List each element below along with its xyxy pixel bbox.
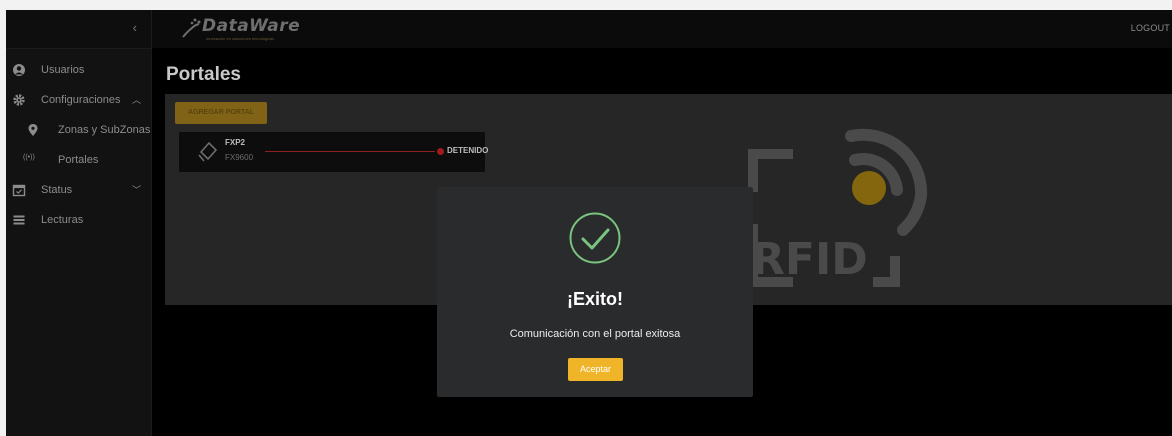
logo-text: DataWare bbox=[202, 16, 301, 36]
sidebar-item-lecturas[interactable]: Lecturas bbox=[6, 208, 151, 234]
rfid-illustration: RFID bbox=[748, 128, 928, 287]
portal-status: DETENIDO bbox=[447, 146, 489, 155]
topbar: DataWare Innovación en soluciones tecnol… bbox=[152, 10, 1172, 48]
chevron-left-icon: ‹ bbox=[132, 20, 137, 35]
sidebar-item-label: Zonas y SubZonas bbox=[58, 124, 151, 136]
wifi-signal-icon: ((•)) bbox=[23, 154, 35, 161]
logout-link[interactable]: LOGOUT bbox=[1131, 23, 1170, 33]
logo-tagline: Innovación en soluciones tecnológicas bbox=[206, 36, 275, 41]
portal-card[interactable]: FXP2 FX9600 DETENIDO bbox=[179, 132, 489, 172]
chevron-up-icon: ︿ bbox=[131, 95, 141, 105]
user-circle-icon bbox=[13, 64, 25, 76]
dialog-message: Comunicación con el portal exitosa bbox=[509, 328, 681, 340]
sidebar-item-portales[interactable]: ((•)) Portales bbox=[6, 148, 151, 174]
check-circle-icon bbox=[569, 212, 621, 264]
list-icon bbox=[13, 215, 25, 225]
sidebar: ‹ Usuarios Configuraciones ︿ Zonas y Sub… bbox=[6, 10, 152, 436]
sidebar-item-label: Status bbox=[41, 184, 73, 196]
success-dialog: ¡Exito! Comunicación con el portal exito… bbox=[437, 187, 753, 397]
map-pin-icon bbox=[28, 124, 38, 136]
sidebar-item-label: Lecturas bbox=[41, 214, 84, 226]
sidebar-item-zonas[interactable]: Zonas y SubZonas bbox=[6, 118, 151, 144]
chevron-down-icon: ﹀ bbox=[131, 185, 141, 195]
sidebar-collapse-button[interactable]: ‹ bbox=[6, 10, 151, 49]
app-window: ‹ Usuarios Configuraciones ︿ Zonas y Sub… bbox=[6, 10, 1172, 436]
accept-button[interactable]: Aceptar bbox=[568, 358, 623, 381]
add-portal-button[interactable]: AGREGAR PORTAL bbox=[175, 102, 267, 124]
status-connector bbox=[265, 151, 435, 152]
dataware-logo[interactable]: DataWare Innovación en soluciones tecnol… bbox=[180, 15, 320, 43]
portal-model: FX9600 bbox=[225, 153, 254, 162]
portal-name: FXP2 bbox=[225, 138, 246, 147]
page-title: Portales bbox=[166, 64, 241, 85]
logo-mark-icon bbox=[182, 18, 201, 38]
dialog-title: ¡Exito! bbox=[567, 289, 623, 309]
status-dot bbox=[437, 148, 444, 155]
sidebar-item-status[interactable]: Status ﹀ bbox=[6, 178, 151, 204]
calendar-icon bbox=[12, 184, 26, 197]
sidebar-item-usuarios[interactable]: Usuarios bbox=[6, 58, 151, 84]
sidebar-item-label: Configuraciones bbox=[41, 94, 121, 106]
gear-icon bbox=[13, 94, 25, 106]
svg-text:RFID: RFID bbox=[751, 234, 868, 285]
sidebar-item-label: Portales bbox=[58, 154, 99, 166]
rfid-reader-icon bbox=[198, 141, 218, 162]
sidebar-item-label: Usuarios bbox=[41, 64, 85, 76]
sidebar-item-configuraciones[interactable]: Configuraciones ︿ bbox=[6, 88, 151, 114]
